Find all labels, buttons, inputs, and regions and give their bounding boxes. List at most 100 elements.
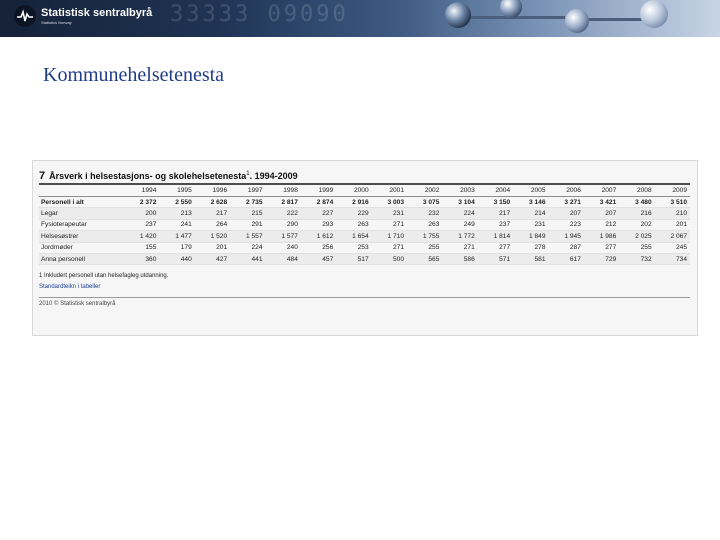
table-cell: 249 [442,219,478,232]
table-header-year: 1994 [124,185,160,197]
table-cell: 500 [371,253,407,266]
table-content: 7 Årsverk i helsestasjons- og skolehelset… [39,165,690,307]
table-cell: 1 420 [124,230,160,243]
table-cell: 2 916 [336,196,372,209]
table-cell: 441 [230,253,266,266]
table-cell: 216 [619,207,655,220]
table-cell: 2 067 [654,230,690,243]
table-header-year: 1997 [230,185,266,197]
table-image: 7 Årsverk i helsestasjons- og skolehelset… [32,160,698,336]
table-cell: 264 [194,219,231,232]
table-cell: 277 [477,242,514,254]
table-cell: 241 [159,219,195,232]
table-cell: 207 [548,207,584,220]
table-cell: 3 104 [442,196,478,209]
page-title: Kommunehelsetenesta [43,64,225,86]
table-cell: 229 [336,207,372,220]
table-header-year: 2000 [336,185,372,197]
table-cell: 217 [477,207,514,220]
table-cell: 293 [300,219,337,232]
table-cell: 253 [336,242,372,254]
table-header-year: 1998 [265,185,301,197]
table-cell: 155 [124,242,160,254]
banner-sphere-decoration [640,0,668,28]
table-header-year: 1995 [159,185,195,197]
table-cell: 212 [583,219,620,232]
table-cell: 255 [407,242,443,254]
table-cell: 231 [513,219,549,232]
table-cell: 3 421 [583,196,620,209]
table-number: 7 [39,170,46,182]
table-cell: 2 550 [159,196,195,209]
table-cell: 271 [371,219,407,232]
table-cell: 3 075 [407,196,443,209]
table-cell: 517 [336,253,372,266]
table-cell: 231 [371,207,407,220]
footer-divider [39,297,690,299]
table-cell: 277 [583,242,620,254]
table-cell: 263 [336,219,372,232]
table-header-label-cell [39,185,124,197]
table-cell: 214 [513,207,549,220]
table-cell: 255 [619,242,655,254]
data-table: 1994 1995 1996 1997 1998 1999 2000 2001 2002 2003… [39,185,690,266]
table-cell: 271 [442,242,478,254]
table-cell: 2 817 [265,196,301,209]
table-cell: 263 [407,219,443,232]
table-cell: 3 271 [548,196,584,209]
table-cell: 1 772 [442,230,478,243]
table-cell: 201 [194,242,231,254]
table-cell: 2 874 [300,196,337,209]
header-banner: 33333 09090 Statistisk sentralbyrå Stati… [0,0,720,37]
table-cell: 3 480 [619,196,655,209]
table-cell: 256 [300,242,337,254]
table-title-text: Årsverk i helsestasjons- og skolehelsete… [49,171,247,181]
logo-text: Statistisk sentralbyrå Statistics Norway [41,7,152,25]
row-label: Legar [39,207,124,220]
table-header-row: 1994 1995 1996 1997 1998 1999 2000 2001 2002 2003… [39,185,690,197]
table-cell: 210 [654,207,690,220]
table-cell: 245 [654,242,690,254]
table-body: Personell i alt 2 372 2 550 2 628 2 735 2 817… [39,196,690,266]
table-header-year: 2007 [583,185,620,197]
table-cell: 232 [407,207,443,220]
row-label: Helsesøstrer [39,230,124,243]
table-cell: 237 [477,219,514,232]
table-cell: 1 986 [583,230,620,243]
table-cell: 732 [619,253,655,266]
table-cell: 278 [513,242,549,254]
copyright-text: 2010 © Statistisk sentralbyrå [39,301,116,308]
banner-molecule-rod [470,16,565,19]
ssb-logo[interactable]: Statistisk sentralbyrå Statistics Norway [14,5,152,27]
table-cell: 240 [265,242,301,254]
table-cell: 222 [265,207,301,220]
table-cell: 2 025 [619,230,655,243]
table-cell: 1 945 [548,230,584,243]
banner-sphere-decoration [565,9,589,33]
table-row: Jordmøder 155 179 201 224 240 256 253 271 255 271 2… [39,242,690,254]
table-title-years: . 1994-2009 [249,171,298,181]
table-cell: 1 612 [300,230,337,243]
table-cell: 201 [654,219,690,232]
standard-symbols-link[interactable]: Standardteikn i tabeller [39,282,690,293]
table-header-year: 2001 [371,185,407,197]
table-cell: 1 710 [371,230,407,243]
table-header-year: 2006 [548,185,584,197]
table-cell: 3 150 [477,196,514,209]
table-row: Anna personell 360 440 427 441 484 457 517 500 56… [39,253,690,266]
table-cell: 291 [230,219,266,232]
table-cell: 581 [513,253,549,266]
table-title: 7 Årsverk i helsestasjons- og skolehelset… [39,165,690,183]
table-header-year: 2004 [477,185,514,197]
table-header-year: 1996 [194,185,231,197]
table-cell: 565 [407,253,443,266]
table-cell: 2 735 [230,196,266,209]
table-cell: 3 510 [654,196,690,209]
table-row: Fysioterapeutar 237 241 264 291 290 293 263 271 2… [39,219,690,232]
table-cell: 1 477 [159,230,195,243]
banner-background-digits: 33333 09090 [170,2,349,27]
table-header-year: 2003 [442,185,478,197]
table-header-year: 2002 [407,185,443,197]
table-header-year: 1999 [300,185,337,197]
table-cell: 1 577 [265,230,301,243]
